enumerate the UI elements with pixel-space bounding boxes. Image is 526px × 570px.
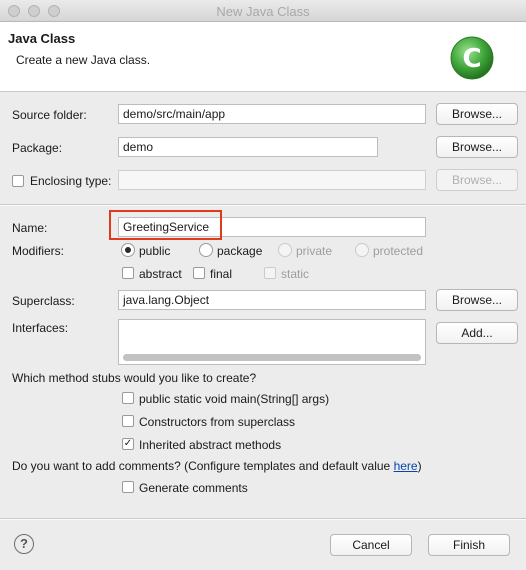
protected-radio[interactable] (355, 243, 369, 257)
finish-button[interactable]: Finish (428, 534, 510, 556)
window-title: New Java Class (216, 4, 310, 19)
public-radio-label: public (139, 244, 171, 258)
add-interface-button[interactable]: Add... (436, 322, 518, 344)
source-folder-label: Source folder: (12, 108, 87, 122)
main-method-label: public static void main(String[] args) (139, 392, 330, 406)
interfaces-list[interactable] (118, 319, 426, 365)
enclosing-type-label: Enclosing type: (30, 174, 112, 188)
final-checkbox-label: final (210, 267, 233, 281)
separator (0, 205, 526, 206)
constructors-label: Constructors from superclass (139, 415, 296, 429)
protected-radio-label: protected (373, 244, 424, 258)
name-highlight-box (109, 210, 222, 240)
private-radio[interactable] (278, 243, 292, 257)
generate-comments-label: Generate comments (139, 481, 248, 495)
abstract-checkbox-label: abstract (139, 267, 182, 281)
abstract-checkbox[interactable] (122, 267, 134, 279)
comments-question: Do you want to add comments? (Configure … (12, 459, 422, 473)
static-checkbox-label: static (281, 267, 310, 281)
static-checkbox[interactable] (264, 267, 276, 279)
superclass-input[interactable]: java.lang.Object (118, 290, 426, 310)
cancel-button[interactable]: Cancel (330, 534, 412, 556)
final-checkbox[interactable] (193, 267, 205, 279)
method-stubs-question: Which method stubs would you like to cre… (12, 371, 257, 385)
package-input[interactable]: demo (118, 137, 378, 157)
enclosing-type-input[interactable] (118, 170, 426, 190)
logo-letter: C (462, 44, 481, 74)
wizard-banner: Java Class Create a new Java class. C (0, 22, 526, 92)
enclosing-type-browse-button[interactable]: Browse... (436, 169, 518, 191)
banner-subtitle: Create a new Java class. (16, 53, 151, 67)
superclass-browse-button[interactable]: Browse... (436, 289, 518, 311)
name-label: Name: (12, 221, 48, 235)
comments-question-close: ) (417, 459, 422, 473)
package-label: Package: (12, 141, 63, 155)
modifiers-label: Modifiers: (12, 244, 65, 258)
package-radio-label: package (217, 244, 263, 258)
public-radio[interactable] (121, 243, 135, 257)
title-bar: New Java Class (0, 0, 526, 22)
package-browse-button[interactable]: Browse... (436, 136, 518, 158)
source-folder-input[interactable]: demo/src/main/app (118, 104, 426, 124)
main-method-checkbox[interactable] (122, 392, 134, 404)
inherited-methods-checkbox[interactable]: ✓ (122, 438, 134, 450)
checkmark-icon: ✓ (123, 438, 133, 449)
interfaces-horizontal-scrollbar[interactable] (123, 354, 421, 361)
java-class-wizard-icon: C (450, 36, 494, 80)
enclosing-type-checkbox[interactable] (12, 175, 24, 187)
help-icon[interactable]: ? (14, 534, 34, 554)
configure-templates-link[interactable]: here (394, 459, 418, 473)
superclass-label: Superclass: (12, 294, 75, 308)
interfaces-label: Interfaces: (12, 321, 69, 335)
banner-title: Java Class (8, 31, 76, 46)
private-radio-label: private (296, 244, 333, 258)
constructors-checkbox[interactable] (122, 415, 134, 427)
package-radio[interactable] (199, 243, 213, 257)
inherited-methods-label: Inherited abstract methods (139, 438, 282, 452)
separator (0, 519, 526, 520)
generate-comments-checkbox[interactable] (122, 481, 134, 493)
source-folder-browse-button[interactable]: Browse... (436, 103, 518, 125)
comments-question-text: Do you want to add comments? (Configure … (12, 459, 394, 473)
